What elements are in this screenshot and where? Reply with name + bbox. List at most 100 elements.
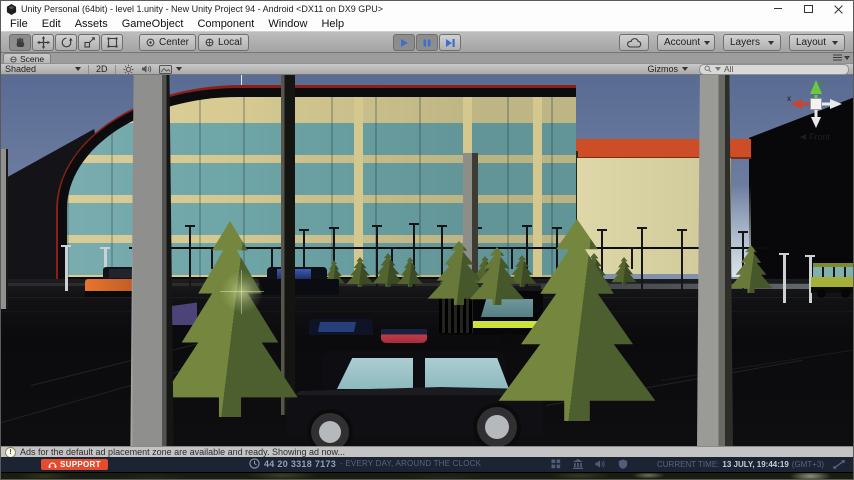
minimize-button[interactable] (763, 1, 793, 16)
ad-photo-strip[interactable] (1, 472, 853, 480)
street-pole-left-edge[interactable] (1, 149, 8, 309)
play-controls (393, 34, 461, 51)
image-effects-icon (159, 65, 172, 74)
car-wagon-green[interactable] (811, 263, 854, 299)
pause-button[interactable] (416, 34, 438, 51)
ad-availability: - EVERY DAY, AROUND THE CLOCK (340, 459, 481, 468)
pause-icon (422, 38, 432, 48)
menu-file[interactable]: File (10, 18, 28, 30)
scale-icon (83, 36, 96, 49)
foreground-pole-right[interactable] (697, 75, 733, 446)
menu-help[interactable]: Help (321, 18, 344, 30)
audio-toggle-icon[interactable] (141, 64, 152, 74)
expand-icon[interactable] (833, 460, 845, 469)
gizmos-dropdown[interactable]: Gizmos (647, 64, 688, 74)
panel-menu-button[interactable] (833, 54, 850, 61)
toolbar-right: Account Layers Layout (619, 34, 845, 51)
info-icon (5, 447, 16, 458)
sun-flare (220, 270, 264, 314)
chevron-down-icon (832, 41, 838, 45)
main-toolbar: Center Local (1, 32, 853, 53)
menu-window[interactable]: Window (268, 18, 307, 30)
rect-tool-button[interactable] (101, 34, 123, 51)
pivot-toggles: Center Local (139, 34, 249, 51)
lamp-post[interactable] (681, 229, 683, 289)
car-sedan-foreground[interactable] (287, 325, 543, 446)
account-label: Account (664, 37, 700, 48)
rotate-icon (60, 36, 73, 49)
draw-mode-dropdown[interactable]: Shaded (5, 64, 81, 74)
layers-dropdown[interactable]: Layers (723, 34, 781, 51)
close-icon (834, 4, 843, 13)
transform-tools (9, 34, 123, 51)
view-orientation-label: Front (809, 132, 830, 142)
fence-post (631, 247, 633, 269)
maximize-button[interactable] (793, 1, 823, 16)
unity-editor-window: Unity Personal (64bit) - level 1.unity -… (0, 0, 854, 480)
axis-x-cone (790, 99, 802, 109)
timezone-label: (GMT+3) (792, 460, 824, 469)
scale-tool-button[interactable] (78, 34, 100, 51)
clock-icon (249, 458, 260, 469)
step-button[interactable] (439, 34, 461, 51)
scene-viewport[interactable]: y x Front (1, 75, 854, 446)
space-label: Local (218, 37, 242, 48)
chevron-down-icon (704, 41, 710, 45)
layout-dropdown[interactable]: Layout (789, 34, 845, 51)
account-dropdown[interactable]: Account (657, 34, 715, 51)
speaker-icon (595, 459, 606, 469)
divider (88, 65, 89, 74)
close-button[interactable] (823, 1, 853, 16)
chevron-down-icon (768, 41, 774, 45)
lighting-toggle-icon[interactable] (123, 64, 134, 75)
move-icon (37, 36, 50, 49)
support-button[interactable]: SUPPORT (41, 459, 108, 470)
menu-edit[interactable]: Edit (42, 18, 61, 30)
view-orientation[interactable]: Front (800, 132, 830, 142)
sedan-light-bar (381, 329, 427, 343)
menu-component[interactable]: Component (197, 18, 254, 30)
window-title: Unity Personal (64bit) - level 1.unity -… (21, 4, 383, 14)
shield-icon (618, 459, 628, 469)
pivot-icon (146, 38, 155, 47)
move-tool-button[interactable] (32, 34, 54, 51)
layers-label: Layers (730, 37, 760, 48)
chevron-down-icon (682, 67, 688, 71)
axis-x-label: x (787, 94, 791, 103)
status-message: Ads for the default ad placement zone ar… (20, 447, 345, 457)
menu-assets[interactable]: Assets (75, 18, 108, 30)
sedan-wheel (473, 403, 521, 446)
menu-bar: File Edit Assets GameObject Component Wi… (1, 17, 853, 32)
scene-view-toolbar: Shaded 2D Gizmos (1, 63, 853, 75)
scene-tab-icon (10, 56, 17, 63)
hand-tool-button[interactable] (9, 34, 31, 51)
chevron-down-icon (844, 56, 850, 60)
pivot-button[interactable]: Center (139, 34, 196, 51)
space-button[interactable]: Local (198, 34, 249, 51)
ad-icon-group (551, 459, 628, 469)
minimize-icon (774, 8, 782, 9)
play-button[interactable] (393, 34, 415, 51)
cloud-button[interactable] (619, 34, 649, 51)
menu-gameobject[interactable]: GameObject (122, 18, 184, 30)
2d-toggle-button[interactable]: 2D (96, 64, 108, 74)
lamp-post[interactable] (641, 227, 643, 291)
lamp-post-light[interactable] (65, 245, 68, 291)
foreground-pole-left[interactable] (129, 75, 175, 446)
car-blue[interactable] (259, 267, 339, 301)
current-time-label: CURRENT TIME: (657, 460, 719, 469)
lamp-post[interactable] (189, 225, 191, 293)
orientation-gizmo[interactable]: y x (787, 77, 845, 131)
scene-search-input[interactable]: All (699, 64, 849, 75)
2d-toggle-label: 2D (96, 64, 108, 74)
ad-banner[interactable]: SUPPORT 44 20 3318 7173 - EVERY DAY, ARO… (1, 457, 853, 472)
status-bar[interactable]: Ads for the default ad placement zone ar… (1, 446, 853, 457)
lamp-post-light[interactable] (783, 253, 786, 303)
search-icon (704, 65, 712, 73)
rotate-tool-button[interactable] (55, 34, 77, 51)
effects-dropdown[interactable] (159, 65, 182, 74)
ad-phone-number: 44 20 3318 7173 (264, 459, 336, 469)
maximize-icon (804, 5, 813, 13)
divider (115, 65, 116, 74)
play-icon (399, 38, 409, 48)
